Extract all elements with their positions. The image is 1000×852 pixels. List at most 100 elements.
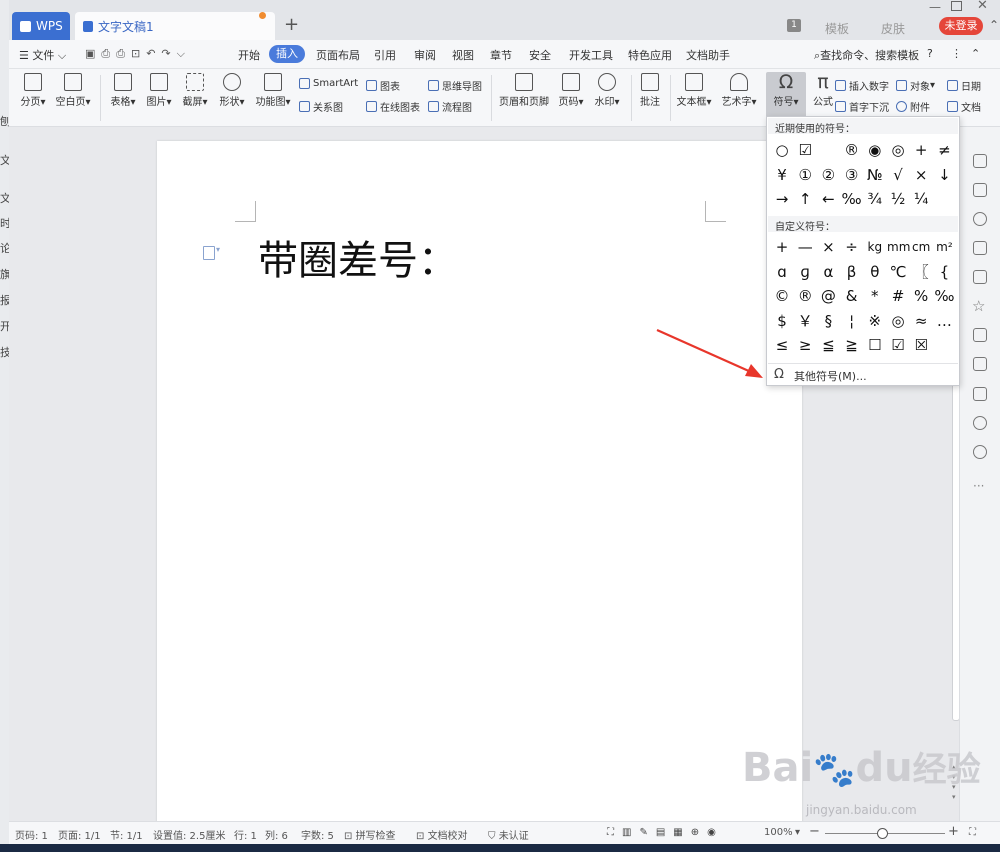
spell-check-button[interactable]: ⊡ 拼写检查	[344, 827, 396, 842]
symbol-cell[interactable]: №	[864, 164, 886, 186]
symbol-cell[interactable]: θ	[864, 261, 886, 283]
symbol-cell[interactable]: %	[910, 285, 932, 307]
more-icon[interactable]: ⋮	[951, 47, 962, 60]
symbol-cell[interactable]: #	[887, 285, 909, 307]
help-button[interactable]: ?	[927, 47, 933, 60]
symbol-cell[interactable]: ←	[817, 188, 839, 210]
menu-special-apps[interactable]: 特色应用	[628, 47, 672, 63]
menu-review[interactable]: 审阅	[414, 47, 436, 63]
certification-status[interactable]: ⛉ 未认证	[488, 827, 529, 842]
new-tab-button[interactable]: +	[284, 14, 299, 35]
symbol-cell[interactable]: ￥	[794, 310, 816, 332]
table-button[interactable]: 表格▾	[107, 69, 139, 108]
menu-chapter[interactable]: 章节	[490, 47, 512, 63]
comment-button[interactable]: 批注	[636, 69, 664, 108]
symbol-cell[interactable]: ☒	[910, 334, 932, 356]
blank-page-button[interactable]: 空白页▾	[53, 69, 93, 108]
symbol-cell[interactable]: {	[933, 261, 955, 283]
more-symbols-button[interactable]: Ω 其他符号(M)...	[768, 363, 958, 384]
symbol-cell[interactable]: ÷	[841, 236, 863, 258]
symbol-cell[interactable]: ↓	[933, 164, 955, 186]
help-icon[interactable]	[973, 445, 987, 459]
cursor-icon[interactable]	[973, 183, 987, 197]
zoom-slider-thumb[interactable]	[877, 828, 888, 839]
symbol-cell[interactable]: β	[841, 261, 863, 283]
symbol-cell[interactable]: +	[910, 139, 932, 161]
symbol-cell[interactable]: ◎	[887, 310, 909, 332]
wordart-button[interactable]: 艺术字▾	[719, 69, 759, 108]
symbol-cell[interactable]: ×	[817, 236, 839, 258]
mindmap-button[interactable]: 思维导图	[428, 78, 482, 93]
symbol-cell[interactable]: ‰	[841, 188, 863, 210]
zoom-out-button[interactable]: −	[809, 824, 820, 839]
symbol-cell[interactable]: $	[771, 310, 793, 332]
tab-document[interactable]: 文字文稿1	[75, 12, 275, 40]
symbol-cell[interactable]: ※	[864, 310, 886, 332]
symbol-cell[interactable]: ☑	[887, 334, 909, 356]
menu-view[interactable]: 视图	[452, 47, 474, 63]
symbol-cell[interactable]: ◎	[887, 139, 909, 161]
share-icon[interactable]	[973, 328, 987, 342]
symbol-cell[interactable]: ©	[771, 285, 793, 307]
symbol-cell[interactable]: ≈	[910, 310, 932, 332]
login-button[interactable]: 未登录	[939, 17, 983, 35]
symbol-cell[interactable]: +	[771, 236, 793, 258]
symbol-cell[interactable]: ≧	[841, 334, 863, 356]
menu-references[interactable]: 引用	[374, 47, 396, 63]
symbol-cell[interactable]: ③	[841, 164, 863, 186]
star-icon[interactable]: ☆	[972, 297, 985, 315]
symbol-cell[interactable]: cm	[910, 236, 932, 258]
file-menu[interactable]: ☰ 文件 ⌵	[19, 47, 66, 63]
collapse-ribbon-icon[interactable]: ⌃	[971, 47, 980, 60]
symbol-cell[interactable]: ¦	[841, 310, 863, 332]
skin-button[interactable]: 皮肤	[881, 20, 905, 37]
template-button[interactable]: 模板	[825, 20, 849, 37]
command-search[interactable]: ⌕查找命令、搜索模板	[814, 47, 919, 63]
tab-wps[interactable]: WPS	[12, 12, 70, 40]
document-page[interactable]: ▾ 带圈差号：	[157, 141, 802, 831]
document-button[interactable]: 文档	[947, 99, 981, 114]
symbol-cell[interactable]: ↑	[794, 188, 816, 210]
symbol-cell[interactable]: ɡ	[794, 261, 816, 283]
symbol-cell[interactable]: ¥	[771, 164, 793, 186]
history-icon[interactable]	[973, 416, 987, 430]
menu-insert[interactable]: 插入	[269, 45, 305, 63]
online-chart-button[interactable]: 在线图表	[366, 99, 420, 114]
image-icon[interactable]	[973, 387, 987, 401]
menu-dev-tools[interactable]: 开发工具	[569, 47, 613, 63]
symbol-cell[interactable]: ¼	[910, 188, 932, 210]
symbol-cell[interactable]: ×	[910, 164, 932, 186]
document-text[interactable]: 带圈差号：	[258, 228, 458, 286]
symbol-cell[interactable]: ®	[794, 285, 816, 307]
insert-number-button[interactable]: 插入数字	[835, 78, 889, 93]
shape-button[interactable]: 形状▾	[215, 69, 249, 108]
maximize-icon[interactable]	[951, 1, 962, 11]
menu-security[interactable]: 安全	[529, 47, 551, 63]
watermark-button[interactable]: 水印▾	[591, 69, 623, 108]
minimize-icon[interactable]: —	[929, 0, 941, 14]
symbol-cell[interactable]: ɑ	[771, 261, 793, 283]
attachment-button[interactable]: 附件	[896, 99, 930, 114]
symbol-cell[interactable]: ½	[887, 188, 909, 210]
symbol-cell[interactable]: ◉	[864, 139, 886, 161]
symbol-cell[interactable]: ‰	[933, 285, 955, 307]
chart-button[interactable]: 图表	[366, 78, 400, 93]
symbol-cell[interactable]: ≦	[817, 334, 839, 356]
page-break-button[interactable]: 分页▾	[17, 69, 49, 108]
symbol-cell[interactable]: …	[933, 310, 955, 332]
symbol-cell[interactable]: ①	[794, 164, 816, 186]
symbol-cell[interactable]: mm	[887, 236, 910, 258]
zoom-level[interactable]: 100%	[764, 827, 793, 838]
symbol-cell[interactable]: §	[817, 310, 839, 332]
symbol-cell[interactable]: √	[887, 164, 909, 186]
symbol-cell[interactable]: *	[864, 285, 886, 307]
symbol-cell[interactable]: ≥	[794, 334, 816, 356]
symbol-cell[interactable]: ☐	[864, 334, 886, 356]
gallery-icon[interactable]	[973, 270, 987, 284]
relationship-button[interactable]: 关系图	[299, 99, 343, 114]
symbol-cell[interactable]: ≤	[771, 334, 793, 356]
menu-page-layout[interactable]: 页面布局	[316, 47, 360, 63]
archive-icon[interactable]	[973, 357, 987, 371]
symbol-cell[interactable]: ②	[817, 164, 839, 186]
symbol-cell[interactable]: ®	[841, 139, 863, 161]
